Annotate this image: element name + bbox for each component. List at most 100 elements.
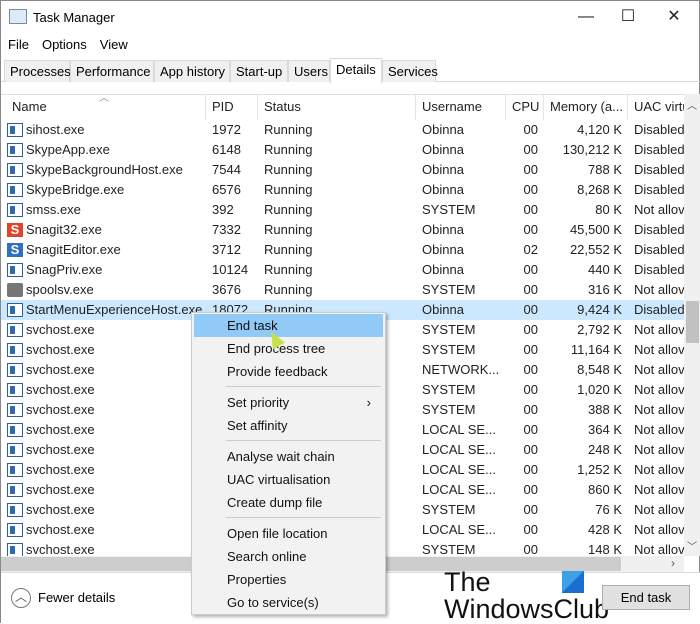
scroll-down-icon[interactable]: ﹀: [687, 538, 697, 553]
menu-separator: [226, 440, 381, 441]
menu-item-go-to-service-s[interactable]: Go to service(s): [194, 591, 383, 614]
cell-mem: 860 K: [588, 482, 622, 497]
cell-mem: 788 K: [588, 162, 622, 177]
maximize-button[interactable]: ☐: [605, 1, 651, 34]
cell-uac: Not allov: [634, 382, 684, 397]
cell-name: SkypeBridge.exe: [26, 182, 125, 197]
table-row[interactable]: S Snagit32.exe 7332 Running Obinna 00 45,500 K…: [1, 220, 684, 240]
column-uac-virtualisation[interactable]: UAC virtu: [628, 95, 684, 120]
cell-name: SnagitEditor.exe: [26, 242, 121, 257]
menu-item-analyse-wait-chain[interactable]: Analyse wait chain: [194, 445, 383, 468]
table-row[interactable]: SkypeBridge.exe 6576 Running Obinna 00 8,268 …: [1, 180, 684, 200]
table-row[interactable]: smss.exe 392 Running SYSTEM 00 80 K Not allov: [1, 200, 684, 220]
cell-status: Running: [264, 142, 313, 157]
tab-users[interactable]: Users: [288, 60, 330, 82]
window-title: Task Manager: [33, 10, 115, 25]
cell-mem: 130,212 K: [562, 142, 622, 157]
menu-item-label: Open file location: [227, 526, 328, 541]
menu-item-search-online[interactable]: Search online: [194, 545, 383, 568]
cell-pid: 7544: [212, 162, 241, 177]
cell-mem: 4,120 K: [577, 122, 622, 137]
cell-mem: 9,424 K: [577, 302, 622, 317]
cell-name: svchost.exe: [26, 342, 95, 357]
scroll-right-icon[interactable]: ›: [671, 556, 675, 570]
cell-uac: Not allov: [634, 362, 684, 377]
column-cpu[interactable]: CPU: [506, 95, 544, 120]
minimize-button[interactable]: —: [563, 1, 609, 34]
tab-processes[interactable]: Processes: [4, 60, 71, 82]
cell-cpu: 02: [523, 242, 538, 257]
table-row[interactable]: SnagPriv.exe 10124 Running Obinna 00 440 K Dis…: [1, 260, 684, 280]
menu-file[interactable]: File: [1, 34, 35, 52]
menu-item-uac-virtualisation[interactable]: UAC virtualisation: [194, 468, 383, 491]
cell-user: Obinna: [422, 142, 464, 157]
chevron-right-icon: ›: [366, 395, 371, 410]
cell-name: smss.exe: [26, 202, 81, 217]
tab-services[interactable]: Services: [382, 60, 438, 82]
process-icon: [7, 463, 23, 477]
tab-details[interactable]: Details: [330, 58, 382, 83]
cell-uac: Not allov: [634, 342, 684, 357]
menu-item-open-file-location[interactable]: Open file location: [194, 522, 383, 545]
menu-item-properties[interactable]: Properties: [194, 568, 383, 591]
cell-mem: 364 K: [588, 422, 622, 437]
table-row[interactable]: S SnagitEditor.exe 3712 Running Obinna 02 22,5…: [1, 240, 684, 260]
cell-cpu: 00: [523, 482, 538, 497]
menu-item-end-process-tree[interactable]: End process tree: [194, 337, 383, 360]
cell-status: Running: [264, 282, 313, 297]
cell-mem: 428 K: [588, 522, 622, 537]
menu-item-end-task[interactable]: End task: [194, 314, 383, 337]
tab-start-up[interactable]: Start-up: [230, 60, 288, 82]
tab-app-history[interactable]: App history: [154, 60, 230, 82]
end-task-button[interactable]: End task: [602, 585, 690, 610]
cell-user: Obinna: [422, 262, 464, 277]
process-icon: [7, 403, 23, 417]
cell-name: svchost.exe: [26, 502, 95, 517]
column-username[interactable]: Username: [416, 95, 506, 120]
menu-options[interactable]: Options: [35, 34, 93, 52]
process-icon: [7, 123, 23, 137]
cell-cpu: 00: [523, 182, 538, 197]
menu-item-label: Properties: [227, 572, 287, 587]
table-row[interactable]: SkypeBackgroundHost.exe 7544 Running Obinna…: [1, 160, 684, 180]
scroll-up-icon[interactable]: ︿: [687, 97, 697, 112]
fewer-details-link[interactable]: Fewer details: [38, 590, 115, 605]
cell-user: Obinna: [422, 182, 464, 197]
cell-cpu: 00: [523, 302, 538, 317]
table-row[interactable]: SkypeApp.exe 6148 Running Obinna 00 130,212 K…: [1, 140, 684, 160]
column-status[interactable]: Status: [258, 95, 416, 120]
menu-item-provide-feedback[interactable]: Provide feedback: [194, 360, 383, 383]
cell-name: StartMenuExperienceHost.exe: [26, 302, 203, 317]
close-button[interactable]: ✕: [651, 1, 697, 34]
process-icon: [7, 543, 23, 557]
cell-cpu: 00: [523, 342, 538, 357]
menu-item-label: UAC virtualisation: [227, 472, 331, 487]
cell-user: SYSTEM: [422, 402, 476, 417]
tab-performance[interactable]: Performance: [70, 60, 154, 82]
title-bar: Task Manager — ☐ ✕: [1, 1, 700, 34]
column-memory[interactable]: Memory (a...: [544, 95, 628, 120]
cell-user: Obinna: [422, 242, 464, 257]
cell-uac: Not allov: [634, 502, 684, 517]
column-name[interactable]: Name: [6, 95, 206, 120]
table-row[interactable]: spoolsv.exe 3676 Running SYSTEM 00 316 K Not a…: [1, 280, 684, 300]
cell-mem: 316 K: [588, 282, 622, 297]
cell-uac: Not allov: [634, 322, 684, 337]
column-pid[interactable]: PID: [206, 95, 258, 120]
cell-mem: 388 K: [588, 402, 622, 417]
table-row[interactable]: sihost.exe 1972 Running Obinna 00 4,120 K Disa…: [1, 120, 684, 140]
cell-uac: Not allov: [634, 202, 684, 217]
chevron-up-circle-icon[interactable]: ︿: [11, 588, 31, 608]
menu-item-set-priority[interactable]: Set priority ›: [194, 391, 383, 414]
menu-view[interactable]: View: [93, 34, 134, 52]
watermark-logo-icon: [562, 571, 584, 593]
menu-item-set-affinity[interactable]: Set affinity: [194, 414, 383, 437]
process-icon: [7, 163, 23, 177]
cell-uac: Not allov: [634, 522, 684, 537]
process-icon: [7, 183, 23, 197]
menu-item-label: Go to service(s): [227, 595, 319, 610]
menu-item-create-dump-file[interactable]: Create dump file: [194, 491, 383, 514]
menu-bar: File Options View: [1, 34, 134, 56]
cell-uac: Disabled: [634, 302, 684, 317]
vertical-scroll-thumb[interactable]: [686, 301, 699, 343]
